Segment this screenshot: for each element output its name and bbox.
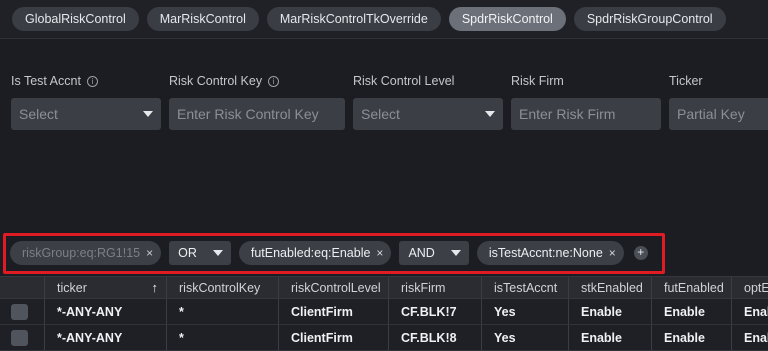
caret-down-icon [450,250,461,256]
column-header-risk-firm[interactable]: riskFirm [389,277,482,298]
sort-ascending-icon[interactable]: ↑ [152,280,159,295]
row-checkbox[interactable] [11,330,28,346]
filter-chip-bar: riskGroup:eq:RG1!15 × OR futEnabled:eq:E… [10,241,648,265]
operator-label: AND [408,246,435,260]
info-icon: i [86,75,98,87]
cell-risk-control-level: ClientFirm [279,299,389,324]
cell-risk-firm: CF.BLK!7 [389,299,482,324]
cell-fut-enabled: Enable [652,325,732,350]
cell-opt-enabled: Enab [744,330,768,345]
risk-control-level-label: Risk Control Level [353,74,455,88]
column-header-ticker[interactable]: ticker ↑ [45,277,167,298]
operator-select-or[interactable]: OR [169,241,231,265]
cell-stk-enabled: Enable [569,299,652,324]
cell-risk-control-key: * [167,299,279,324]
operator-select-and[interactable]: AND [399,241,469,265]
column-header-stk-enabled[interactable]: stkEnabled [569,277,652,298]
tab-spdr-risk-group-control[interactable]: SpdrRiskGroupControl [573,7,726,31]
row-checkbox[interactable] [11,304,28,320]
cell-ticker: *-ANY-ANY [45,299,167,324]
close-icon[interactable]: × [146,241,153,265]
risk-control-level-filter: Risk Control Level Select [353,73,503,130]
cell-is-test-accnt: Yes [482,325,569,350]
cell-ticker: *-ANY-ANY [45,325,167,350]
add-filter-button[interactable]: + [633,246,648,260]
caret-down-icon [212,250,223,256]
cell-risk-firm: CF.BLK!8 [389,325,482,350]
filter-chip-fut-enabled[interactable]: futEnabled:eq:Enable × [238,241,392,265]
risk-control-level-value: Select [361,106,400,122]
caret-down-icon [143,111,153,117]
close-icon[interactable]: × [609,241,616,265]
risk-firm-input[interactable] [519,106,653,122]
chip-label: futEnabled:eq:Enable [250,246,371,260]
filter-chip-is-test-accnt[interactable]: isTestAccnt:ne:None × [476,241,624,265]
cell-fut-enabled: Enable [652,299,732,324]
tab-mar-risk-control-tk-override[interactable]: MarRiskControlTkOverride [266,7,441,31]
tab-global-risk-control[interactable]: GlobalRiskControl [12,7,139,31]
chip-label: riskGroup:eq:RG1!15 [22,246,141,260]
close-icon[interactable]: × [376,241,383,265]
risk-control-key-input[interactable] [177,106,337,122]
column-header-risk-control-key[interactable]: riskControlKey [167,277,279,298]
risk-control-key-filter: Risk Control Key i [169,73,345,130]
operator-label: OR [178,246,197,260]
table-row[interactable]: *-ANY-ANY * ClientFirm CF.BLK!8 Yes Enab… [0,325,768,351]
column-header-risk-control-level[interactable]: riskControlLevel [279,277,389,298]
cell-opt-enabled: Enab [744,304,768,319]
column-header-is-test-accnt[interactable]: isTestAccnt [482,277,569,298]
data-grid: ticker ↑ riskControlKey riskControlLevel… [0,276,768,351]
ticker-input[interactable] [677,106,760,122]
column-header-opt-enabled[interactable]: optE [732,277,768,298]
tab-bar: GlobalRiskControl MarRiskControl MarRisk… [0,0,768,39]
is-test-accnt-filter: Is Test Accnt i Select [11,73,161,130]
is-test-accnt-value: Select [19,106,58,122]
risk-control-key-label: Risk Control Key [169,74,263,88]
tab-mar-risk-control[interactable]: MarRiskControl [146,7,259,31]
grid-header: ticker ↑ riskControlKey riskControlLevel… [0,276,768,299]
filter-chip-risk-group[interactable]: riskGroup:eq:RG1!15 × [10,241,162,265]
column-header-fut-enabled[interactable]: futEnabled [652,277,732,298]
filter-panel: Is Test Accnt i Select Risk Control Key … [0,40,768,230]
ticker-label: Ticker [669,74,703,88]
cell-is-test-accnt: Yes [482,299,569,324]
cell-risk-control-level: ClientFirm [279,325,389,350]
is-test-accnt-select[interactable]: Select [11,98,161,130]
risk-control-level-select[interactable]: Select [353,98,503,130]
cell-stk-enabled: Enable [569,325,652,350]
risk-firm-label: Risk Firm [511,74,564,88]
info-icon: i [268,75,280,87]
header-select-column [0,277,45,298]
ticker-filter: Ticker [669,73,768,130]
tab-spdr-risk-control[interactable]: SpdrRiskControl [448,7,566,31]
caret-down-icon [485,111,495,117]
risk-firm-filter: Risk Firm [511,73,661,130]
chip-label: isTestAccnt:ne:None [488,246,603,260]
cell-risk-control-key: * [167,325,279,350]
is-test-accnt-label: Is Test Accnt [11,74,81,88]
table-row[interactable]: *-ANY-ANY * ClientFirm CF.BLK!7 Yes Enab… [0,299,768,325]
